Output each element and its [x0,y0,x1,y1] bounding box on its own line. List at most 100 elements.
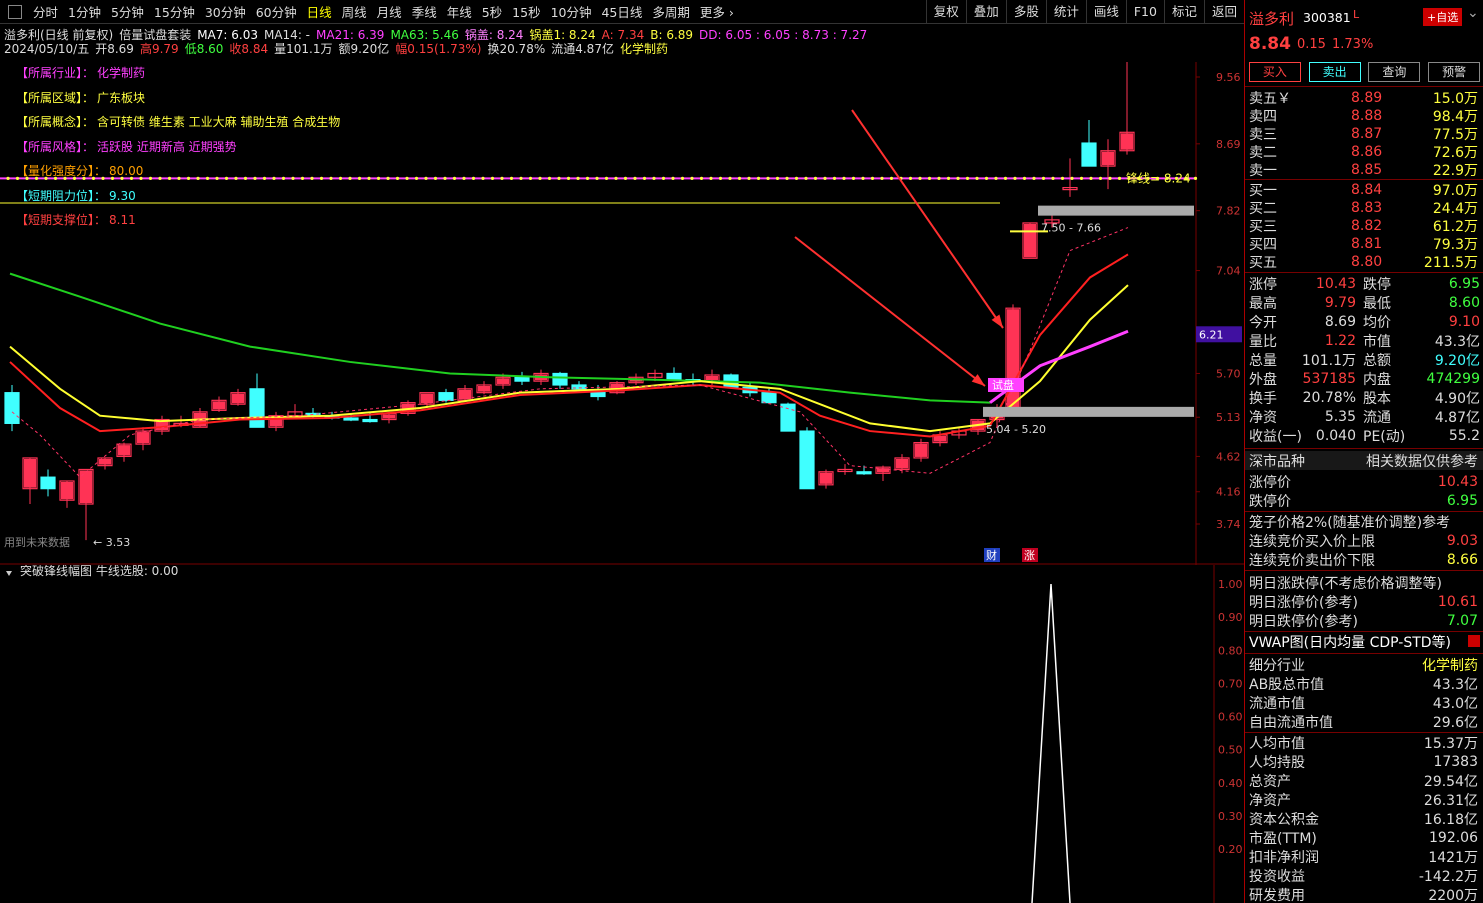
indicator-tick-label: 0.30 [1218,810,1243,823]
tool-button[interactable]: 返回 [1203,0,1244,24]
vwap-row[interactable]: VWAP图(日内均量 CDP-STD等) [1245,632,1483,651]
candle-fill [1024,223,1036,258]
feng-dot [718,176,723,180]
kv-value: 43.0亿 [1432,695,1478,712]
feng-dot [338,176,343,180]
indicator-tick-label: 1.00 [1218,578,1243,591]
band-upper [1038,205,1194,216]
tool-button[interactable]: 叠加 [965,0,1006,24]
close-panel-icon[interactable]: ⌄ [1467,5,1479,21]
feng-dot [956,176,960,180]
stat-label: 总额 [1363,352,1391,369]
section-left: 深市品种 [1249,453,1305,470]
period-tab[interactable]: 60分钟 [251,2,302,21]
feng-dot [737,176,742,180]
book-row[interactable]: 卖一 8.85 22.9万 [1245,160,1483,179]
book-row[interactable]: 买五 8.80 211.5万 [1245,252,1483,271]
period-tab[interactable]: 10分钟 [546,2,597,21]
feng-dot [1051,176,1055,180]
period-tab[interactable]: 年线 [442,2,477,21]
candle-fill [213,401,225,410]
book-row[interactable]: 买三 8.82 61.2万 [1245,216,1483,235]
period-tab[interactable]: 季线 [407,2,442,21]
period-tab[interactable]: 15分钟 [149,2,200,21]
book-price: 8.84 [1351,181,1383,198]
feng-dot [6,176,10,180]
trade-button[interactable]: 预警 [1428,62,1481,82]
book-row[interactable]: 卖二 8.86 72.6万 [1245,142,1483,161]
period-tab[interactable]: 5秒 [477,2,507,21]
feng-dot [500,176,504,180]
book-row[interactable]: 买二 8.83 24.4万 [1245,198,1483,217]
book-price: 8.88 [1351,107,1383,124]
feng-dot [414,176,419,180]
tool-button[interactable]: F10 [1125,0,1164,24]
kv-label: 净资产 [1249,792,1291,809]
period-tab[interactable]: 45日线 [596,2,647,21]
period-tab[interactable]: 30分钟 [200,2,251,21]
period-tabs: 分时 1分钟 5分钟 15分钟 30分钟 60分钟 日线 周线 月线 季线 年线 5秒 15秒 10分钟 4… [28,2,739,21]
book-row[interactable]: 卖三 8.87 77.5万 [1245,124,1483,143]
tool-button[interactable]: 标记 [1163,0,1204,24]
kv-value: 9.03 [1446,532,1478,549]
book-volume: 24.4万 [1432,200,1478,217]
kv-value: 17383 [1433,753,1478,770]
price-tick-label: 5.70 [1216,367,1241,380]
book-row[interactable]: 买一 8.84 97.0万 [1245,180,1483,199]
stat-value: 0.040 [1315,427,1356,444]
stat-value: 8.69 [1324,313,1356,330]
period-tab[interactable]: 1分钟 [63,2,106,21]
period-tab[interactable]: 15秒 [507,2,545,21]
stat-label: 最低 [1363,295,1391,312]
period-tab[interactable]: 多周期 [647,2,695,21]
period-tab[interactable]: 5分钟 [106,2,149,21]
feng-dot [367,176,371,180]
candle [154,415,170,435]
book-volume: 22.9万 [1432,162,1478,179]
period-tab[interactable]: 周线 [337,2,372,21]
add-watchlist-button[interactable]: +自选 [1423,8,1463,26]
candle-body [1081,142,1097,167]
book-row[interactable]: 买四 8.81 79.3万 [1245,234,1483,253]
trial-label: 试盘 [992,378,1014,392]
tool-button[interactable]: 画线 [1085,0,1126,24]
feng-dot [1089,176,1093,180]
trade-button[interactable]: 买入 [1248,62,1301,82]
period-tab[interactable]: 日线 [302,2,337,21]
kv-value: 化学制药 [1422,657,1478,674]
indicator-chart[interactable]: 1.00 0.90 0.80 0.70 0.60 0.50 0.40 0.30 0.20 突破锋线… [0,565,1244,903]
period-tab[interactable]: 更多 › [695,2,739,21]
stat-label: 股本 [1363,390,1391,407]
candle-fill [1102,151,1114,166]
feng-dot [642,176,647,180]
trade-button[interactable]: 查询 [1368,62,1421,82]
feng-dot [1060,176,1065,180]
vwap-expand-icon[interactable] [1468,635,1480,647]
kv-label: 研发费用 [1249,887,1305,903]
trade-buttons: 买入 卖出 查询 预警 [1245,62,1483,82]
feng-dot [310,176,314,180]
book-row[interactable]: 卖五￥ 8.89 15.0万 [1245,88,1483,107]
trade-button[interactable]: 卖出 [1308,62,1361,82]
tool-button[interactable]: 复权 [925,0,966,24]
tool-button[interactable]: 统计 [1045,0,1086,24]
book-volume: 15.0万 [1432,90,1478,107]
kv-label: AB股总市值 [1249,676,1325,693]
book-price: 8.85 [1351,161,1383,178]
candle-body [438,392,454,401]
feng-dot [889,176,894,180]
candle-fill [706,376,718,381]
price-change: 0.15 [1297,37,1326,52]
sidebar-toggle-icon[interactable] [8,4,22,19]
stat-label: 总量 [1249,352,1277,369]
book-row[interactable]: 卖四 8.88 98.4万 [1245,106,1483,125]
indicator-tick-label: 0.50 [1218,744,1243,757]
kv-value: 10.43 [1437,473,1478,490]
feng-dot [186,176,191,180]
period-tab[interactable]: 月线 [372,2,407,21]
period-tab[interactable]: 分时 [28,2,63,21]
candle [514,371,530,385]
candle-body [40,476,56,490]
tool-button[interactable]: 多股 [1005,0,1046,24]
feng-dot [547,176,552,180]
